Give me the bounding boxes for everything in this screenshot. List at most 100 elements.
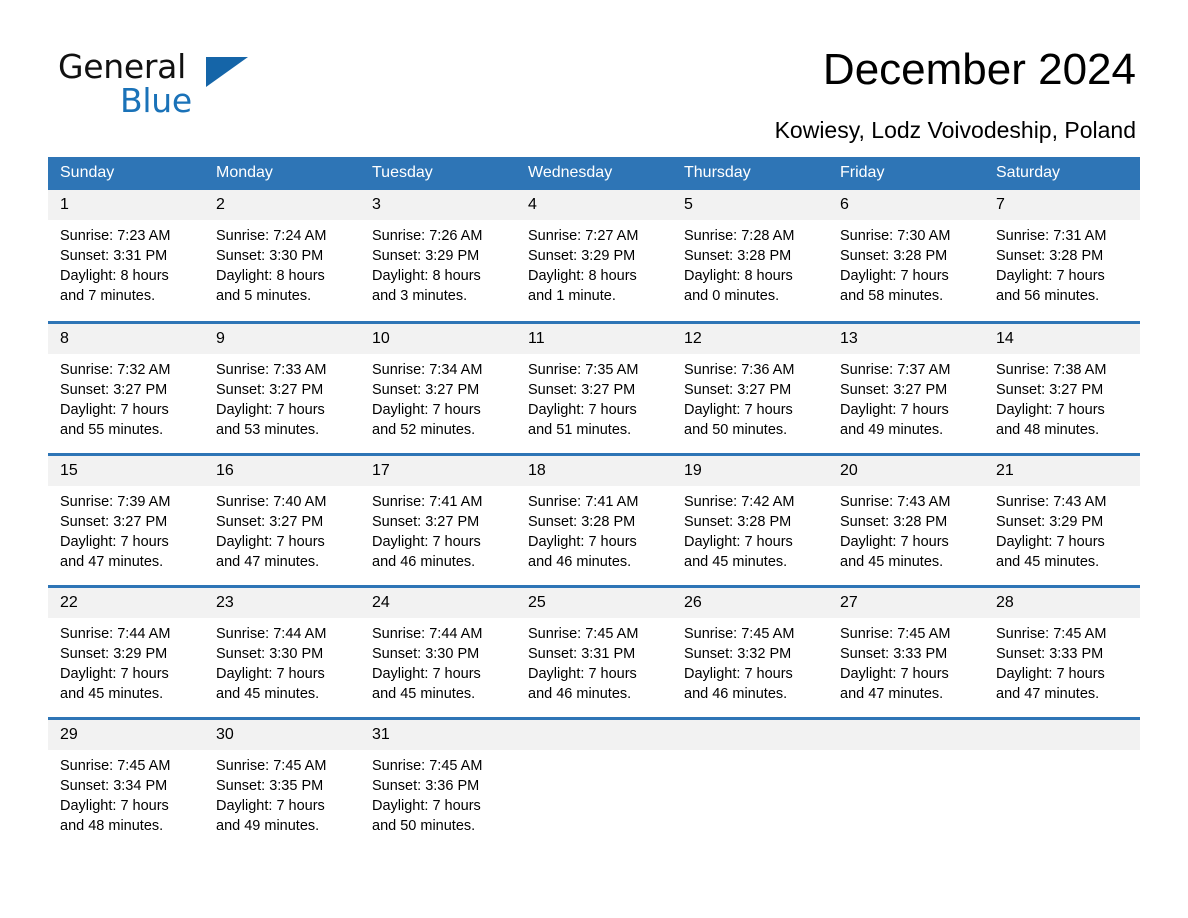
day-cell[interactable]: 16 Sunrise: 7:40 AM Sunset: 3:27 PM Dayligh… (204, 452, 360, 586)
day-cell[interactable]: 1 Sunrise: 7:23 AM Sunset: 3:31 PM Daylight… (48, 190, 204, 322)
day-details: Sunrise: 7:44 AM Sunset: 3:29 PM Daylight:… (48, 618, 204, 704)
day-number: 9 (204, 323, 360, 354)
daylight-text-line2: and 46 minutes. (528, 685, 632, 702)
day-cell[interactable]: 18 Sunrise: 7:41 AM Sunset: 3:28 PM Dayligh… (516, 452, 672, 586)
daylight-text-line1: Daylight: 7 hours (216, 665, 325, 682)
day-details: Sunrise: 7:27 AM Sunset: 3:29 PM Daylight:… (516, 220, 672, 306)
day-cell[interactable]: 3 Sunrise: 7:26 AM Sunset: 3:29 PM Daylight… (360, 190, 516, 322)
logo-triangle-icon (206, 57, 248, 87)
day-cell[interactable]: 10 Sunrise: 7:34 AM Sunset: 3:27 PM Dayligh… (360, 320, 516, 454)
day-details: Sunrise: 7:37 AM Sunset: 3:27 PM Daylight:… (828, 354, 984, 440)
day-details: Sunrise: 7:45 AM Sunset: 3:33 PM Daylight:… (828, 618, 984, 704)
day-cell[interactable]: 5 Sunrise: 7:28 AM Sunset: 3:28 PM Daylight… (672, 190, 828, 322)
day-number: 25 (516, 587, 672, 618)
day-cell[interactable]: 9 Sunrise: 7:33 AM Sunset: 3:27 PM Daylight… (204, 320, 360, 454)
day-number: 28 (984, 587, 1140, 618)
sunset-text: Sunset: 3:28 PM (684, 248, 792, 264)
daylight-text-line1: Daylight: 7 hours (372, 533, 481, 550)
day-cell[interactable]: 17 Sunrise: 7:41 AM Sunset: 3:27 PM Dayligh… (360, 452, 516, 586)
page-subtitle: Kowiesy, Lodz Voivodeship, Poland (774, 117, 1136, 143)
day-cell[interactable]: 6 Sunrise: 7:30 AM Sunset: 3:28 PM Daylight… (828, 190, 984, 322)
daylight-text-line1: Daylight: 7 hours (528, 401, 637, 418)
day-cell[interactable]: 25 Sunrise: 7:45 AM Sunset: 3:31 PM Dayligh… (516, 584, 672, 718)
daylight-text-line2: and 45 minutes. (684, 553, 788, 570)
day-cell[interactable]: 21 Sunrise: 7:43 AM Sunset: 3:29 PM Dayligh… (984, 452, 1140, 586)
sunset-text: Sunset: 3:31 PM (60, 248, 168, 264)
page-header: General Blue December 2024 Kowiesy, Lodz… (0, 0, 1188, 143)
sunrise-text: Sunrise: 7:26 AM (372, 228, 483, 244)
daylight-text-line1: Daylight: 7 hours (996, 533, 1105, 550)
day-details: Sunrise: 7:45 AM Sunset: 3:33 PM Daylight:… (984, 618, 1140, 704)
daylight-text-line2: and 47 minutes. (996, 685, 1100, 702)
day-cell[interactable]: 26 Sunrise: 7:45 AM Sunset: 3:32 PM Dayligh… (672, 584, 828, 718)
day-cell[interactable]: 20 Sunrise: 7:43 AM Sunset: 3:28 PM Dayligh… (828, 452, 984, 586)
daylight-text-line1: Daylight: 8 hours (372, 268, 481, 284)
day-cell[interactable]: 2 Sunrise: 7:24 AM Sunset: 3:30 PM Daylight… (204, 190, 360, 322)
daylight-text-line1: Daylight: 7 hours (60, 797, 169, 814)
sunset-text: Sunset: 3:27 PM (60, 381, 168, 398)
daylight-text-line1: Daylight: 7 hours (60, 665, 169, 682)
daylight-text-line2: and 47 minutes. (216, 553, 320, 570)
day-cell[interactable]: 12 Sunrise: 7:36 AM Sunset: 3:27 PM Dayligh… (672, 320, 828, 454)
day-cell[interactable]: 29 Sunrise: 7:45 AM Sunset: 3:34 PM Dayligh… (48, 716, 204, 850)
calendar-table: Sunday Monday Tuesday Wednesday Thursday… (48, 157, 1140, 850)
day-number: 3 (360, 190, 516, 220)
daylight-text-line1: Daylight: 7 hours (60, 401, 169, 418)
calendar-week-row: 22 Sunrise: 7:44 AM Sunset: 3:29 PM Dayligh… (48, 584, 1140, 718)
day-cell[interactable]: 24 Sunrise: 7:44 AM Sunset: 3:30 PM Dayligh… (360, 584, 516, 718)
day-details: Sunrise: 7:30 AM Sunset: 3:28 PM Daylight:… (828, 220, 984, 306)
day-cell[interactable]: 15 Sunrise: 7:39 AM Sunset: 3:27 PM Dayligh… (48, 452, 204, 586)
day-cell[interactable]: 22 Sunrise: 7:44 AM Sunset: 3:29 PM Dayligh… (48, 584, 204, 718)
sunrise-text: Sunrise: 7:31 AM (996, 228, 1107, 244)
day-cell[interactable]: 19 Sunrise: 7:42 AM Sunset: 3:28 PM Dayligh… (672, 452, 828, 586)
daylight-text-line1: Daylight: 7 hours (216, 533, 325, 550)
sunset-text: Sunset: 3:31 PM (528, 645, 636, 662)
daylight-text-line2: and 48 minutes. (60, 817, 164, 834)
day-details: Sunrise: 7:23 AM Sunset: 3:31 PM Daylight:… (48, 220, 204, 306)
day-details: Sunrise: 7:44 AM Sunset: 3:30 PM Daylight:… (360, 618, 516, 704)
sunset-text: Sunset: 3:32 PM (684, 645, 792, 662)
day-cell[interactable]: 11 Sunrise: 7:35 AM Sunset: 3:27 PM Dayligh… (516, 320, 672, 454)
sunset-text: Sunset: 3:30 PM (372, 645, 480, 662)
daylight-text-line2: and 47 minutes. (840, 685, 944, 702)
calendar-week-row: 29 Sunrise: 7:45 AM Sunset: 3:34 PM Dayligh… (48, 716, 1140, 850)
sunset-text: Sunset: 3:27 PM (216, 513, 324, 530)
sunrise-text: Sunrise: 7:44 AM (372, 625, 483, 642)
generalblue-logo[interactable]: General Blue (58, 50, 258, 117)
day-cell[interactable]: 14 Sunrise: 7:38 AM Sunset: 3:27 PM Dayligh… (984, 320, 1140, 454)
daylight-text-line2: and 53 minutes. (216, 421, 320, 438)
weekday-header-wednesday: Wednesday (516, 157, 672, 190)
sunrise-text: Sunrise: 7:32 AM (60, 361, 171, 378)
day-details: Sunrise: 7:45 AM Sunset: 3:31 PM Daylight:… (516, 618, 672, 704)
sunrise-text: Sunrise: 7:38 AM (996, 361, 1107, 378)
sunset-text: Sunset: 3:28 PM (840, 513, 948, 530)
day-details (828, 750, 984, 756)
day-cell[interactable]: 27 Sunrise: 7:45 AM Sunset: 3:33 PM Dayligh… (828, 584, 984, 718)
day-number: 10 (360, 323, 516, 354)
day-cell-empty (516, 716, 672, 850)
day-cell[interactable]: 23 Sunrise: 7:44 AM Sunset: 3:30 PM Dayligh… (204, 584, 360, 718)
day-cell[interactable]: 4 Sunrise: 7:27 AM Sunset: 3:29 PM Daylight… (516, 190, 672, 322)
day-cell[interactable]: 8 Sunrise: 7:32 AM Sunset: 3:27 PM Daylight… (48, 320, 204, 454)
sunrise-text: Sunrise: 7:45 AM (372, 757, 483, 774)
day-details: Sunrise: 7:45 AM Sunset: 3:36 PM Daylight:… (360, 750, 516, 836)
day-number: 2 (204, 190, 360, 220)
day-cell[interactable]: 28 Sunrise: 7:45 AM Sunset: 3:33 PM Dayligh… (984, 584, 1140, 718)
day-cell[interactable]: 31 Sunrise: 7:45 AM Sunset: 3:36 PM Dayligh… (360, 716, 516, 850)
day-cell[interactable]: 7 Sunrise: 7:31 AM Sunset: 3:28 PM Daylight… (984, 190, 1140, 322)
day-cell[interactable]: 13 Sunrise: 7:37 AM Sunset: 3:27 PM Dayligh… (828, 320, 984, 454)
sunset-text: Sunset: 3:27 PM (528, 381, 636, 398)
daylight-text-line1: Daylight: 7 hours (840, 665, 949, 682)
calendar-page: General Blue December 2024 Kowiesy, Lodz… (0, 0, 1188, 918)
logo-text-blue: Blue (120, 81, 192, 120)
daylight-text-line2: and 0 minutes. (684, 288, 780, 304)
daylight-text-line1: Daylight: 7 hours (996, 268, 1105, 284)
weekday-header-sunday: Sunday (48, 157, 204, 190)
sunrise-text: Sunrise: 7:28 AM (684, 228, 795, 244)
sunrise-text: Sunrise: 7:27 AM (528, 228, 639, 244)
day-cell[interactable]: 30 Sunrise: 7:45 AM Sunset: 3:35 PM Dayligh… (204, 716, 360, 850)
daylight-text-line2: and 56 minutes. (996, 288, 1100, 304)
daylight-text-line1: Daylight: 7 hours (216, 797, 325, 814)
sunrise-text: Sunrise: 7:39 AM (60, 493, 171, 510)
sunrise-text: Sunrise: 7:45 AM (528, 625, 639, 642)
